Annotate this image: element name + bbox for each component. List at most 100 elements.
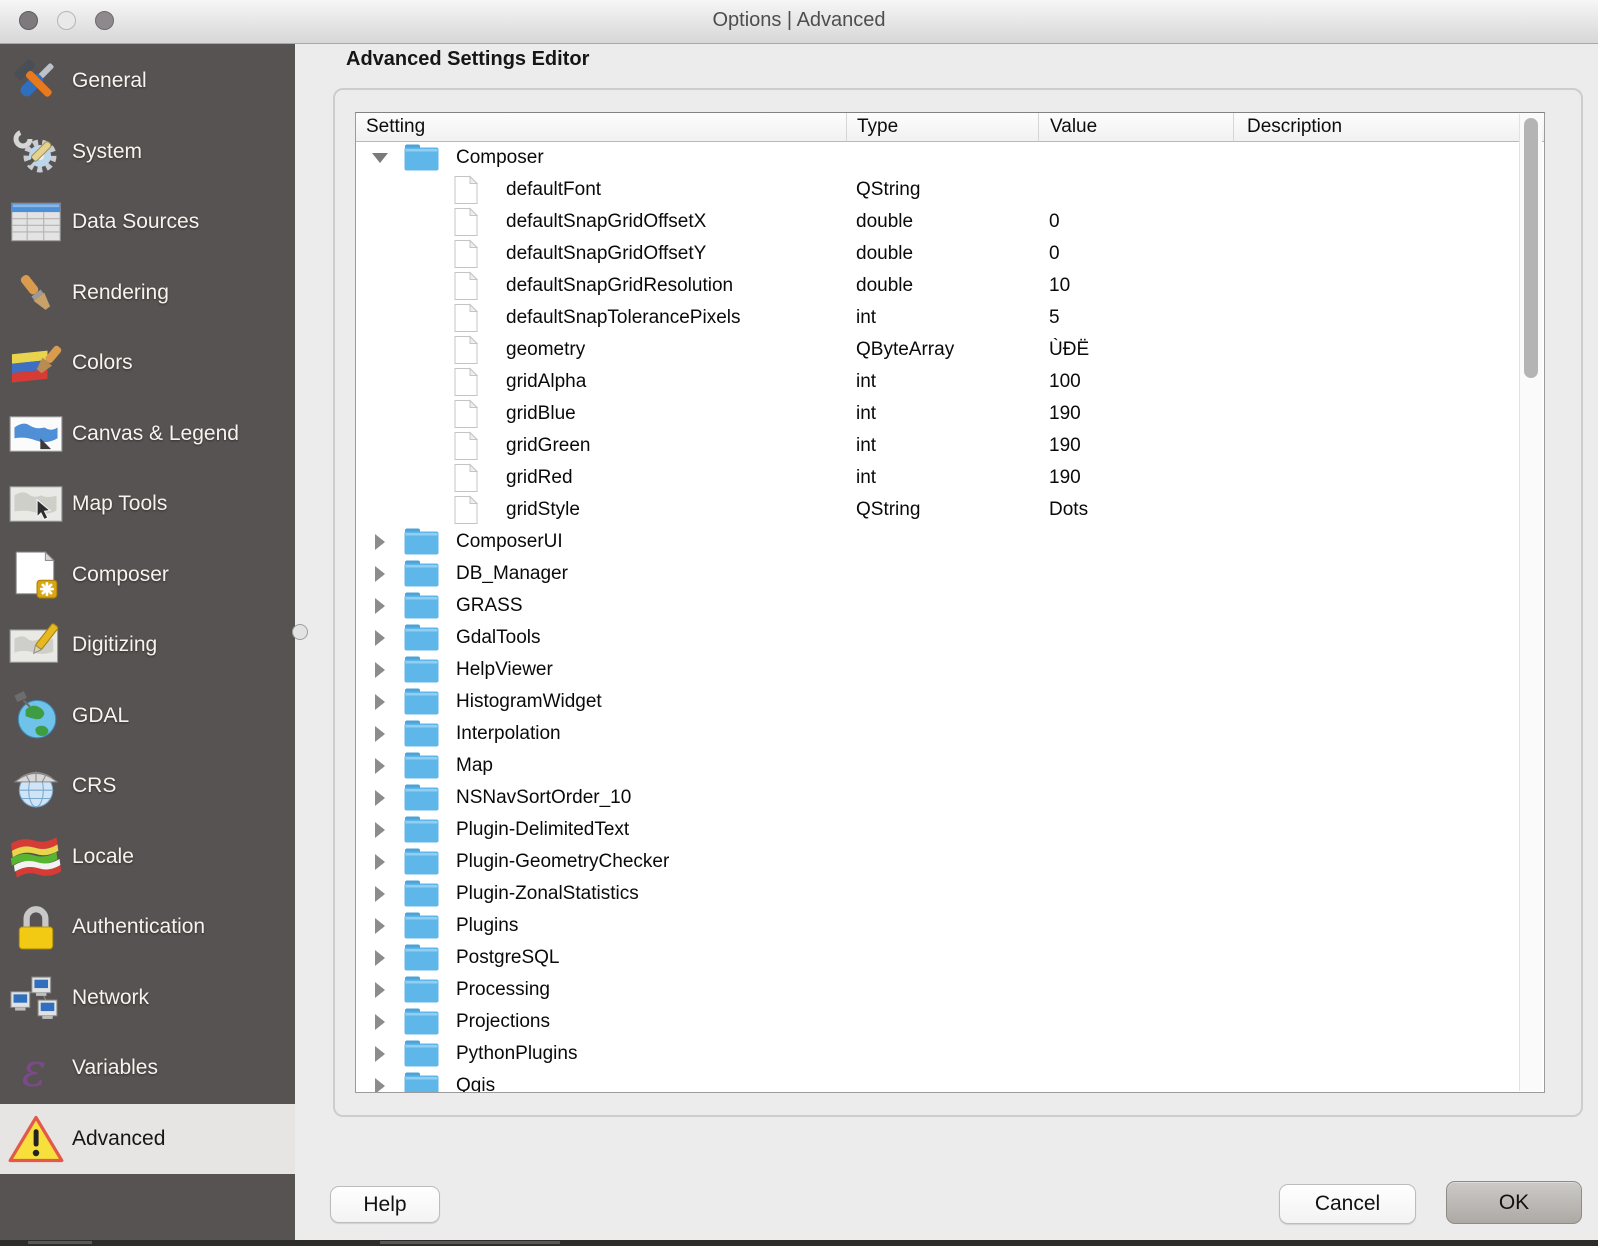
- cancel-button[interactable]: Cancel: [1279, 1184, 1416, 1224]
- sidebar-item-system[interactable]: System: [0, 117, 295, 188]
- expand-arrow-icon[interactable]: [356, 630, 404, 646]
- tree-row[interactable]: gridRedint190: [356, 462, 1544, 494]
- type-cell: int: [846, 467, 1038, 489]
- column-header-value[interactable]: Value: [1038, 113, 1233, 141]
- tree-row[interactable]: gridBlueint190: [356, 398, 1544, 430]
- expand-arrow-icon[interactable]: [356, 534, 404, 550]
- setting-cell: gridGreen: [356, 430, 846, 462]
- sidebar-item-colors[interactable]: Colors: [0, 328, 295, 399]
- tree-row[interactable]: NSNavSortOrder_10: [356, 782, 1544, 814]
- tree-row[interactable]: defaultFontQString: [356, 174, 1544, 206]
- expand-arrow-icon[interactable]: [356, 886, 404, 902]
- tree-row[interactable]: DB_Manager: [356, 558, 1544, 590]
- help-button[interactable]: Help: [330, 1186, 440, 1223]
- sidebar-item-network[interactable]: Network: [0, 963, 295, 1034]
- splitter-handle[interactable]: [292, 624, 308, 640]
- sidebar-item-map-tools[interactable]: Map Tools: [0, 469, 295, 540]
- folder-icon: [404, 912, 440, 940]
- sidebar-item-canvas-legend[interactable]: Canvas & Legend: [0, 399, 295, 470]
- tree-row[interactable]: defaultSnapGridResolutiondouble10: [356, 270, 1544, 302]
- tree-row[interactable]: geometryQByteArrayÙĐË: [356, 334, 1544, 366]
- tree-row[interactable]: Plugin-GeometryChecker: [356, 846, 1544, 878]
- value-cell: 0: [1038, 211, 1233, 233]
- expand-arrow-icon[interactable]: [356, 694, 404, 710]
- sidebar-item-label: Map Tools: [72, 492, 167, 516]
- column-header-description[interactable]: Description: [1233, 113, 1544, 141]
- sidebar-item-gdal[interactable]: GDAL: [0, 681, 295, 752]
- tree-row[interactable]: Interpolation: [356, 718, 1544, 750]
- expand-arrow-icon[interactable]: [356, 1046, 404, 1062]
- setting-cell: HelpViewer: [356, 654, 846, 686]
- expand-arrow-icon[interactable]: [356, 854, 404, 870]
- expand-arrow-icon[interactable]: [356, 662, 404, 678]
- sidebar-item-general[interactable]: General: [0, 46, 295, 117]
- expand-arrow-icon[interactable]: [356, 950, 404, 966]
- tree-row[interactable]: GdalTools: [356, 622, 1544, 654]
- sidebar-item-locale[interactable]: Locale: [0, 822, 295, 893]
- tree-row[interactable]: Composer: [356, 142, 1544, 174]
- column-header-setting[interactable]: Setting: [356, 113, 846, 141]
- setting-cell: GdalTools: [356, 622, 846, 654]
- sidebar-item-advanced[interactable]: Advanced: [0, 1104, 295, 1175]
- tree-row[interactable]: gridStyleQStringDots: [356, 494, 1544, 526]
- setting-group-label: PostgreSQL: [456, 947, 560, 969]
- tree-row[interactable]: Projections: [356, 1006, 1544, 1038]
- setting-cell: Composer: [356, 142, 846, 174]
- setting-key-label: gridStyle: [506, 499, 580, 521]
- expand-arrow-icon[interactable]: [356, 758, 404, 774]
- expand-arrow-icon[interactable]: [356, 598, 404, 614]
- tree-row[interactable]: HelpViewer: [356, 654, 1544, 686]
- gdal-icon: [0, 691, 72, 741]
- tree-row[interactable]: gridGreenint190: [356, 430, 1544, 462]
- sidebar-item-digitizing[interactable]: Digitizing: [0, 610, 295, 681]
- expand-arrow-icon[interactable]: [356, 822, 404, 838]
- tree-row[interactable]: gridAlphaint100: [356, 366, 1544, 398]
- file-icon: [453, 431, 479, 461]
- crs-icon: [0, 763, 72, 809]
- tree-row[interactable]: defaultSnapGridOffsetYdouble0: [356, 238, 1544, 270]
- sidebar-item-authentication[interactable]: Authentication: [0, 892, 295, 963]
- expand-arrow-icon[interactable]: [356, 726, 404, 742]
- setting-group-label: Composer: [456, 147, 544, 169]
- tree-row[interactable]: Map: [356, 750, 1544, 782]
- tree-row[interactable]: Plugin-ZonalStatistics: [356, 878, 1544, 910]
- tree-row[interactable]: PythonPlugins: [356, 1038, 1544, 1070]
- setting-group-label: Processing: [456, 979, 550, 1001]
- tree-row[interactable]: ComposerUI: [356, 526, 1544, 558]
- sidebar-item-crs[interactable]: CRS: [0, 751, 295, 822]
- tree-row[interactable]: PostgreSQL: [356, 942, 1544, 974]
- expand-arrow-icon[interactable]: [356, 982, 404, 998]
- setting-key-label: gridBlue: [506, 403, 576, 425]
- ok-button[interactable]: OK: [1446, 1181, 1582, 1224]
- sidebar-item-rendering[interactable]: Rendering: [0, 258, 295, 329]
- expand-arrow-icon[interactable]: [356, 1014, 404, 1030]
- tree-row[interactable]: Qgis: [356, 1070, 1544, 1093]
- tree-row[interactable]: HistogramWidget: [356, 686, 1544, 718]
- tree-row[interactable]: Plugins: [356, 910, 1544, 942]
- scrollbar-thumb[interactable]: [1524, 118, 1538, 378]
- setting-key-label: defaultFont: [506, 179, 601, 201]
- sidebar-item-label: Variables: [72, 1056, 158, 1080]
- tree-row[interactable]: defaultSnapGridOffsetXdouble0: [356, 206, 1544, 238]
- tree-row[interactable]: defaultSnapTolerancePixelsint5: [356, 302, 1544, 334]
- expand-arrow-icon[interactable]: [356, 1078, 404, 1093]
- setting-cell: Plugin-GeometryChecker: [356, 846, 846, 878]
- tree-row[interactable]: GRASS: [356, 590, 1544, 622]
- tree-row[interactable]: Plugin-DelimitedText: [356, 814, 1544, 846]
- column-header-type[interactable]: Type: [846, 113, 1038, 141]
- expand-arrow-icon[interactable]: [356, 790, 404, 806]
- vertical-scrollbar[interactable]: [1519, 114, 1542, 1091]
- expand-arrow-icon[interactable]: [356, 566, 404, 582]
- file-icon: [453, 399, 479, 429]
- sidebar-item-composer[interactable]: Composer: [0, 540, 295, 611]
- collapse-arrow-icon[interactable]: [356, 153, 404, 163]
- expand-arrow-icon[interactable]: [356, 918, 404, 934]
- folder-icon: [404, 1040, 440, 1068]
- tree-row[interactable]: Processing: [356, 974, 1544, 1006]
- value-cell: 5: [1038, 307, 1233, 329]
- sidebar-item-variables[interactable]: εVariables: [0, 1033, 295, 1104]
- setting-group-label: NSNavSortOrder_10: [456, 787, 631, 809]
- sidebar-item-data-sources[interactable]: Data Sources: [0, 187, 295, 258]
- setting-key-label: defaultSnapGridOffsetX: [506, 211, 706, 233]
- setting-cell: Projections: [356, 1006, 846, 1038]
